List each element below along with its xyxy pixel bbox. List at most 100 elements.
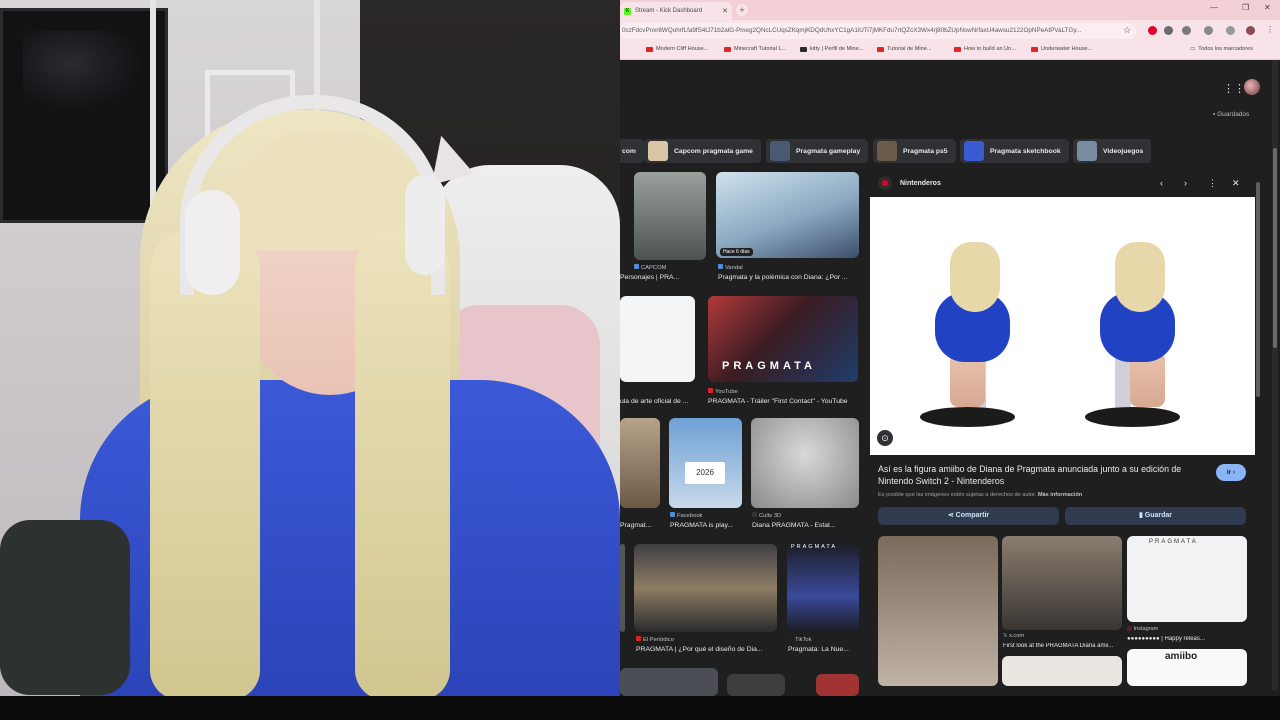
pragmata-logo: PRAGMATA xyxy=(722,360,816,372)
result-image[interactable]: PRAGMATA xyxy=(787,542,859,632)
result-caption[interactable]: Pragmata y la polémica con Diana: ¿Por .… xyxy=(718,274,860,281)
related-caption[interactable]: First look at the PRAGMATA Diana amii... xyxy=(1003,643,1123,649)
google-lens-icon[interactable]: ⊙ xyxy=(877,430,893,446)
extension-icon[interactable] xyxy=(1182,26,1191,35)
chip[interactable]: Pragmata gameplay xyxy=(766,139,869,163)
bookmark-item[interactable]: How to build an Un... xyxy=(954,46,1016,52)
result-image[interactable] xyxy=(620,544,625,632)
menu-dots-icon[interactable]: ⋮ xyxy=(1266,25,1274,34)
chip-thumbnail xyxy=(964,141,984,161)
date-badge: Hace 6 días xyxy=(720,248,753,256)
close-tab-icon[interactable]: ✕ xyxy=(722,7,728,15)
result-image[interactable] xyxy=(620,668,718,696)
save-button[interactable]: ▮ Guardar xyxy=(1065,507,1246,525)
amiibo-figure-back xyxy=(1070,237,1190,427)
preview-title[interactable]: Así es la figura amiibo de Diana de Prag… xyxy=(878,463,1198,487)
close-window-icon[interactable]: ✕ xyxy=(1264,3,1271,12)
pragmata-logo: PRAGMATA xyxy=(1149,539,1198,545)
microphone xyxy=(0,520,130,695)
all-bookmarks[interactable]: ▭ Todos los marcadores xyxy=(1190,46,1253,52)
address-bar[interactable]: 0czFdcvPnxr8WQohrfLfa9fS4tJ71b2alG-Pmeg2… xyxy=(620,23,1136,39)
saved-link[interactable]: ▪ Guardados xyxy=(1213,111,1249,118)
chip[interactable]: Videojuegos xyxy=(1073,139,1152,163)
youtube-icon xyxy=(708,388,713,393)
opera-extension-icon[interactable] xyxy=(1148,26,1157,35)
extensions-puzzle-icon[interactable] xyxy=(1204,26,1213,35)
nintenderos-icon xyxy=(878,176,892,190)
preview-image[interactable] xyxy=(870,197,1255,455)
result-caption[interactable]: PRAGMATA is play... xyxy=(670,522,742,529)
bookmark-item[interactable]: Underwater House... xyxy=(1031,46,1092,52)
result-source: YouTube xyxy=(708,388,738,395)
bookmark-star-icon[interactable]: ☆ xyxy=(1123,25,1131,36)
image-preview-panel: Nintenderos ‹ › ⋮ ✕ ⊙ Así es la figura a… xyxy=(870,172,1260,692)
chip[interactable]: Pragmata sketchbook xyxy=(960,139,1069,163)
share-button[interactable]: ⋖ Compartir xyxy=(878,507,1059,525)
result-caption[interactable]: PRAGMATA | ¿Por qué el diseño de Dia... xyxy=(636,646,778,653)
youtube-icon xyxy=(646,46,653,52)
wall-tv xyxy=(0,8,168,223)
result-source: TikTok xyxy=(788,636,812,643)
youtube-icon xyxy=(954,46,961,52)
result-caption[interactable]: Pragmat... xyxy=(620,522,660,529)
amiibo-logo: amiibo xyxy=(1165,651,1198,662)
downloads-icon[interactable] xyxy=(1226,26,1235,35)
folder-icon: ▭ xyxy=(1190,46,1196,52)
result-image[interactable] xyxy=(816,674,859,696)
result-image[interactable]: Hace 6 días xyxy=(716,172,859,258)
bookmark-item[interactable]: kitty | Perfil de Mine... xyxy=(800,46,863,52)
visit-button[interactable]: Ir › xyxy=(1216,464,1246,481)
previous-icon[interactable]: ‹ xyxy=(1160,178,1163,188)
result-image[interactable] xyxy=(727,674,785,696)
result-caption[interactable]: ula de arte oficial de ... xyxy=(620,398,694,405)
page-scrollbar[interactable] xyxy=(1272,60,1278,690)
share-icon: ⋖ xyxy=(947,512,956,519)
related-image[interactable]: PRAGMATA xyxy=(1127,536,1247,622)
facebook-icon xyxy=(670,512,675,517)
related-search-chips: com Capcom pragmata game Pragmata gamepl… xyxy=(620,139,1280,163)
result-source: Cults 3D xyxy=(752,512,781,519)
result-image[interactable] xyxy=(634,544,777,632)
hair-strand-left xyxy=(150,230,260,696)
result-caption[interactable]: Personajes | PRA... xyxy=(620,274,704,281)
browser-window: K Stream - Kick Dashboard ✕ + — ❐ ✕ 0czF… xyxy=(620,0,1280,696)
result-caption[interactable]: PRAGMATA - Tráiler "First Contact" - You… xyxy=(708,398,860,405)
result-caption[interactable]: Diana PRAGMATA - Estat... xyxy=(752,522,860,529)
result-image[interactable]: 2026 xyxy=(669,418,742,508)
result-image[interactable]: PRAGMATA xyxy=(708,296,858,382)
bookmark-item[interactable]: Tutorial de Mine... xyxy=(877,46,932,52)
result-image[interactable] xyxy=(751,418,859,508)
tab-kick-dashboard[interactable]: K Stream - Kick Dashboard ✕ xyxy=(620,2,732,20)
result-image[interactable] xyxy=(620,296,695,382)
bookmark-item[interactable]: Modern Cliff House... xyxy=(646,46,708,52)
related-caption[interactable]: ●●●●●●●●● | Happy releas... xyxy=(1127,636,1247,642)
chip[interactable]: com xyxy=(620,139,644,163)
more-options-icon[interactable]: ⋮ xyxy=(1208,178,1217,189)
related-image[interactable]: amiibo xyxy=(1127,649,1247,686)
bookmarks-bar: Modern Cliff House... Minecraft Tutorial… xyxy=(620,42,1280,60)
panel-source[interactable]: Nintenderos xyxy=(878,176,941,190)
more-info-link[interactable]: Más información xyxy=(1038,492,1082,498)
minimize-icon[interactable]: — xyxy=(1210,3,1218,12)
bookmark-item[interactable]: Minecraft Tutorial L... xyxy=(724,46,786,52)
tab-title: Stream - Kick Dashboard xyxy=(635,8,703,14)
chip[interactable]: Capcom pragmata game xyxy=(644,139,761,163)
related-image[interactable] xyxy=(1002,536,1122,630)
result-caption[interactable]: Pragmata: La Nue... xyxy=(788,646,860,653)
close-icon[interactable]: ✕ xyxy=(1232,178,1240,189)
hair-strand-right xyxy=(355,230,450,696)
account-avatar[interactable] xyxy=(1244,79,1260,95)
extension-icon[interactable] xyxy=(1164,26,1173,35)
related-image[interactable] xyxy=(878,536,998,686)
panel-scrollbar[interactable] xyxy=(1256,172,1260,692)
result-image[interactable] xyxy=(634,172,706,260)
next-icon[interactable]: › xyxy=(1184,178,1187,188)
new-tab-button[interactable]: + xyxy=(736,4,748,16)
profile-icon[interactable] xyxy=(1246,26,1255,35)
related-image[interactable] xyxy=(1002,656,1122,686)
maximize-icon[interactable]: ❐ xyxy=(1242,3,1249,12)
chip[interactable]: Pragmata ps5 xyxy=(873,139,956,163)
result-image[interactable] xyxy=(620,418,660,508)
result-source: El Periódico xyxy=(636,636,674,643)
source-icon xyxy=(634,264,639,269)
